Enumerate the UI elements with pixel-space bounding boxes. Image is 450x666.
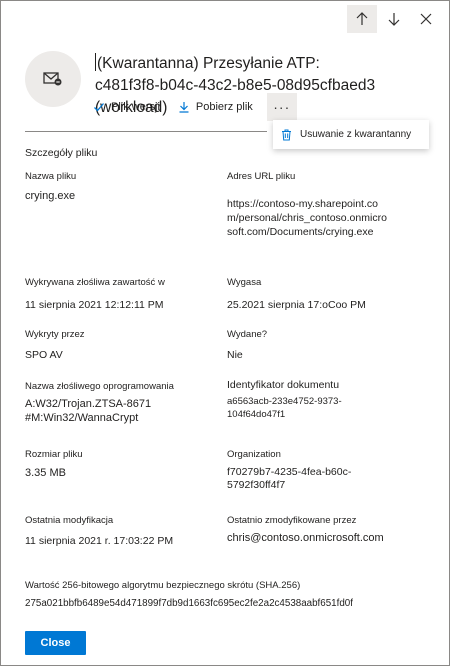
file-versions-label: Plik wersji: [111, 101, 160, 113]
more-actions-button[interactable]: ···: [266, 93, 297, 121]
modified-by-field: Ostatnio zmodyfikowane przez chris@conto…: [227, 515, 391, 545]
file-versions-button[interactable]: Plik wersji: [93, 101, 160, 113]
arrow-up-icon: [356, 12, 368, 25]
released-value: Nie: [227, 349, 243, 361]
sha256-value: 275a021bbfb6489e54d471899f7db9d1663fc695…: [25, 598, 353, 609]
sha256-label: Wartość 256-bitowego algorytmu bezpieczn…: [25, 580, 301, 591]
file-size-field: Rozmiar pliku 3.35 MB: [25, 449, 205, 480]
document-id-value: a6563acb-233e4752-9373-104f64do47f1: [227, 396, 342, 420]
file-size-label: Rozmiar pliku: [25, 449, 83, 460]
section-title: Szczegóły pliku: [25, 147, 98, 159]
download-file-label: Pobierz plik: [195, 101, 253, 113]
more-actions-menu: Usuwanie z kwarantanny: [273, 120, 429, 149]
released-label: Wydane?: [227, 329, 268, 340]
last-modified-field: Ostatnia modyfikacja 11 sierpnia 2021 r.…: [25, 515, 215, 548]
released-field: Wydane? Nie: [227, 329, 407, 362]
last-modified-label: Ostatnia modyfikacja: [25, 515, 114, 526]
detected-value: 11 sierpnia 2021 12:12:11 PM: [25, 299, 164, 311]
release-from-quarantine-menu-item[interactable]: Usuwanie z kwarantanny: [273, 120, 429, 149]
last-modified-value: 11 sierpnia 2021 r. 17:03:22 PM: [25, 535, 174, 547]
download-file-button[interactable]: Pobierz plik: [178, 101, 253, 113]
file-name-field: Nazwa pliku crying.exe: [25, 171, 205, 203]
file-avatar: [25, 51, 81, 107]
detected-by-value: SPO AV: [25, 349, 63, 361]
trash-icon: [282, 129, 291, 140]
malware-name-label: Nazwa złośliwego oprogramowania: [25, 381, 174, 392]
details-panel: (Kwarantanna) Przesyłanie ATP: c481f3f8-…: [0, 0, 450, 666]
document-id-label: Identyfikator dokumentu: [227, 379, 340, 391]
sha256-field: Wartość 256-bitowego algorytmu bezpieczn…: [25, 580, 435, 610]
file-url-value: https://contoso-my.sharepoint.com/person…: [227, 198, 387, 238]
expires-field: Wygasa 25.2021 sierpnia 17:oCoo PM: [227, 277, 427, 312]
malware-name-value: A:W32/Trojan.ZTSA-8671 #M:Win32/WannaCry…: [25, 398, 152, 424]
release-from-quarantine-label: Usuwanie z kwarantanny: [300, 129, 412, 140]
action-toolbar: Plik wersji Pobierz plik ···: [93, 93, 297, 121]
checkmark-icon: [94, 103, 104, 112]
arrow-down-icon: [388, 13, 400, 26]
organization-label: Organization: [227, 449, 281, 460]
text-cursor: [95, 53, 96, 71]
previous-item-button[interactable]: [347, 5, 377, 33]
next-item-button[interactable]: [379, 5, 409, 33]
header-divider: [25, 131, 267, 132]
file-url-field: Adres URL pliku https://contoso-my.share…: [227, 171, 389, 239]
close-icon: [420, 13, 432, 25]
detected-field: Wykrywana złośliwa zawartość w 11 sierpn…: [25, 277, 215, 312]
expires-value: 25.2021 sierpnia 17:oCoo PM: [227, 299, 366, 311]
quarantined-mail-icon: [43, 72, 62, 86]
malware-name-field: Nazwa złośliwego oprogramowania A:W32/Tr…: [25, 381, 185, 425]
modified-by-value: chris@contoso.onmicrosoft.com: [227, 532, 384, 544]
expires-label: Wygasa: [227, 277, 262, 288]
close-panel-button[interactable]: [411, 5, 441, 33]
detected-label: Wykrywana złośliwa zawartość w: [25, 277, 165, 288]
organization-value: f70279b7-4235-4fea-b60c-5792f30ff4f7: [227, 466, 352, 491]
detected-by-field: Wykryty przez SPO AV: [25, 329, 205, 362]
modified-by-label: Ostatnio zmodyfikowane przez: [227, 515, 357, 526]
document-id-field: Identyfikator dokumentu a6563acb-233e475…: [227, 379, 387, 421]
close-button[interactable]: Close: [25, 631, 86, 655]
organization-field: Organization f70279b7-4235-4fea-b60c-579…: [227, 449, 377, 492]
file-name-label: Nazwa pliku: [25, 171, 77, 182]
download-icon: [179, 102, 189, 113]
detected-by-label: Wykryty przez: [25, 329, 85, 340]
panel-nav: [347, 5, 441, 33]
file-name-value: crying.exe: [25, 190, 76, 202]
file-size-value: 3.35 MB: [25, 467, 66, 479]
file-url-label: Adres URL pliku: [227, 171, 296, 182]
